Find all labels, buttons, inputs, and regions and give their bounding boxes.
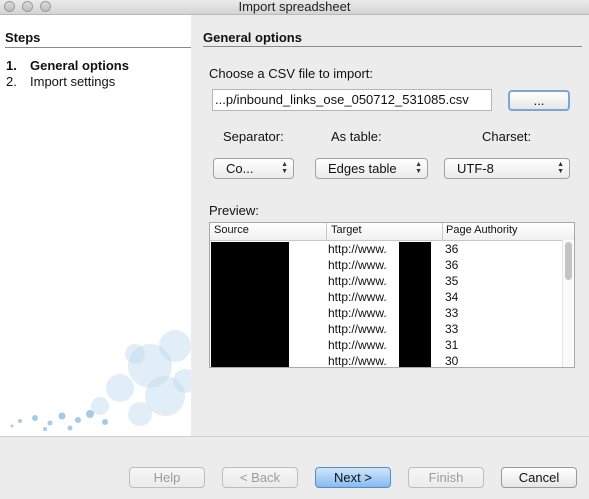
redacted-target (399, 258, 431, 274)
updown-arrows-icon: ▲ ▼ (415, 161, 422, 175)
window-titlebar: Import spreadsheet (0, 0, 589, 15)
page-authority-cell: 35 (445, 274, 459, 288)
steps-panel: Steps 1. General options 2. Import setting… (0, 15, 191, 436)
charset-value: UTF-8 (457, 161, 494, 176)
step-number: 2. (6, 74, 17, 89)
redacted-target (399, 290, 431, 306)
step-number: 1. (6, 58, 17, 73)
step-label: General options (30, 58, 129, 73)
redacted-target (399, 322, 431, 338)
next-button[interactable]: Next > (315, 467, 391, 488)
preview-table: Source Target Page Authority http://www.… (209, 222, 575, 368)
updown-arrows-icon: ▲ ▼ (557, 161, 564, 175)
table-row[interactable]: http://www. 30 (210, 354, 560, 368)
browse-button[interactable]: ... (508, 90, 570, 111)
target-cell: http://www. (328, 242, 387, 256)
column-header-target[interactable]: Target (331, 224, 362, 236)
column-header-source[interactable]: Source (214, 224, 249, 236)
redacted-target (399, 274, 431, 290)
target-cell: http://www. (328, 354, 387, 368)
target-cell: http://www. (328, 258, 387, 272)
separator-label: Separator: (223, 129, 284, 144)
column-divider (442, 223, 443, 240)
finish-button[interactable]: Finish (408, 467, 484, 488)
page-authority-cell: 33 (445, 306, 459, 320)
as-table-label: As table: (331, 129, 382, 144)
preview-label: Preview: (209, 203, 259, 218)
table-row[interactable]: http://www. 31 (210, 338, 560, 354)
redacted-target (399, 306, 431, 322)
as-table-select[interactable]: Edges table ▲ ▼ (315, 158, 428, 179)
step-general-options: 1. General options (6, 58, 129, 73)
steps-divider (5, 47, 191, 48)
table-row[interactable]: http://www. 36 (210, 242, 560, 258)
table-row[interactable]: http://www. 33 (210, 322, 560, 338)
page-authority-cell: 33 (445, 322, 459, 336)
table-row[interactable]: http://www. 36 (210, 258, 560, 274)
panel-divider (203, 46, 582, 47)
step-import-settings: 2. Import settings (6, 74, 115, 89)
cancel-button[interactable]: Cancel (501, 467, 577, 488)
table-row[interactable]: http://www. 33 (210, 306, 560, 322)
file-label: Choose a CSV file to import: (209, 66, 374, 81)
footer-divider (0, 436, 589, 437)
table-row[interactable]: http://www. 35 (210, 274, 560, 290)
charset-select[interactable]: UTF-8 ▲ ▼ (444, 158, 570, 179)
updown-arrows-icon: ▲ ▼ (281, 161, 288, 175)
window-title: Import spreadsheet (238, 0, 351, 14)
csv-file-path-field[interactable]: ...p/inbound_links_ose_050712_531085.csv (212, 89, 492, 111)
charset-label: Charset: (482, 129, 532, 144)
page-authority-cell: 36 (445, 258, 459, 272)
page-authority-cell: 36 (445, 242, 459, 256)
redacted-target (399, 354, 431, 367)
as-table-value: Edges table (328, 161, 397, 176)
step-label: Import settings (30, 74, 116, 89)
separator-value: Co... (226, 161, 254, 176)
column-divider (326, 223, 327, 240)
target-cell: http://www. (328, 274, 387, 288)
preview-scrollbar[interactable] (562, 240, 574, 367)
preview-header: Source Target Page Authority (210, 223, 574, 241)
table-row[interactable]: http://www. 34 (210, 290, 560, 306)
panel-title: General options (203, 30, 302, 45)
redacted-target (399, 338, 431, 354)
redacted-target (399, 242, 431, 258)
target-cell: http://www. (328, 306, 387, 320)
separator-select[interactable]: Co... ▲ ▼ (213, 158, 294, 179)
page-authority-cell: 34 (445, 290, 459, 304)
csv-file-path-value: ...p/inbound_links_ose_050712_531085.csv (215, 92, 469, 107)
target-cell: http://www. (328, 322, 387, 336)
page-authority-cell: 30 (445, 354, 459, 368)
page-authority-cell: 31 (445, 338, 459, 352)
steps-heading: Steps (5, 30, 41, 45)
column-header-page-authority[interactable]: Page Authority (446, 224, 518, 236)
decorative-bubbles-image (10, 330, 191, 431)
scrollbar-thumb[interactable] (565, 242, 572, 280)
target-cell: http://www. (328, 290, 387, 304)
target-cell: http://www. (328, 338, 387, 352)
help-button[interactable]: Help (129, 467, 205, 488)
back-button[interactable]: < Back (222, 467, 298, 488)
